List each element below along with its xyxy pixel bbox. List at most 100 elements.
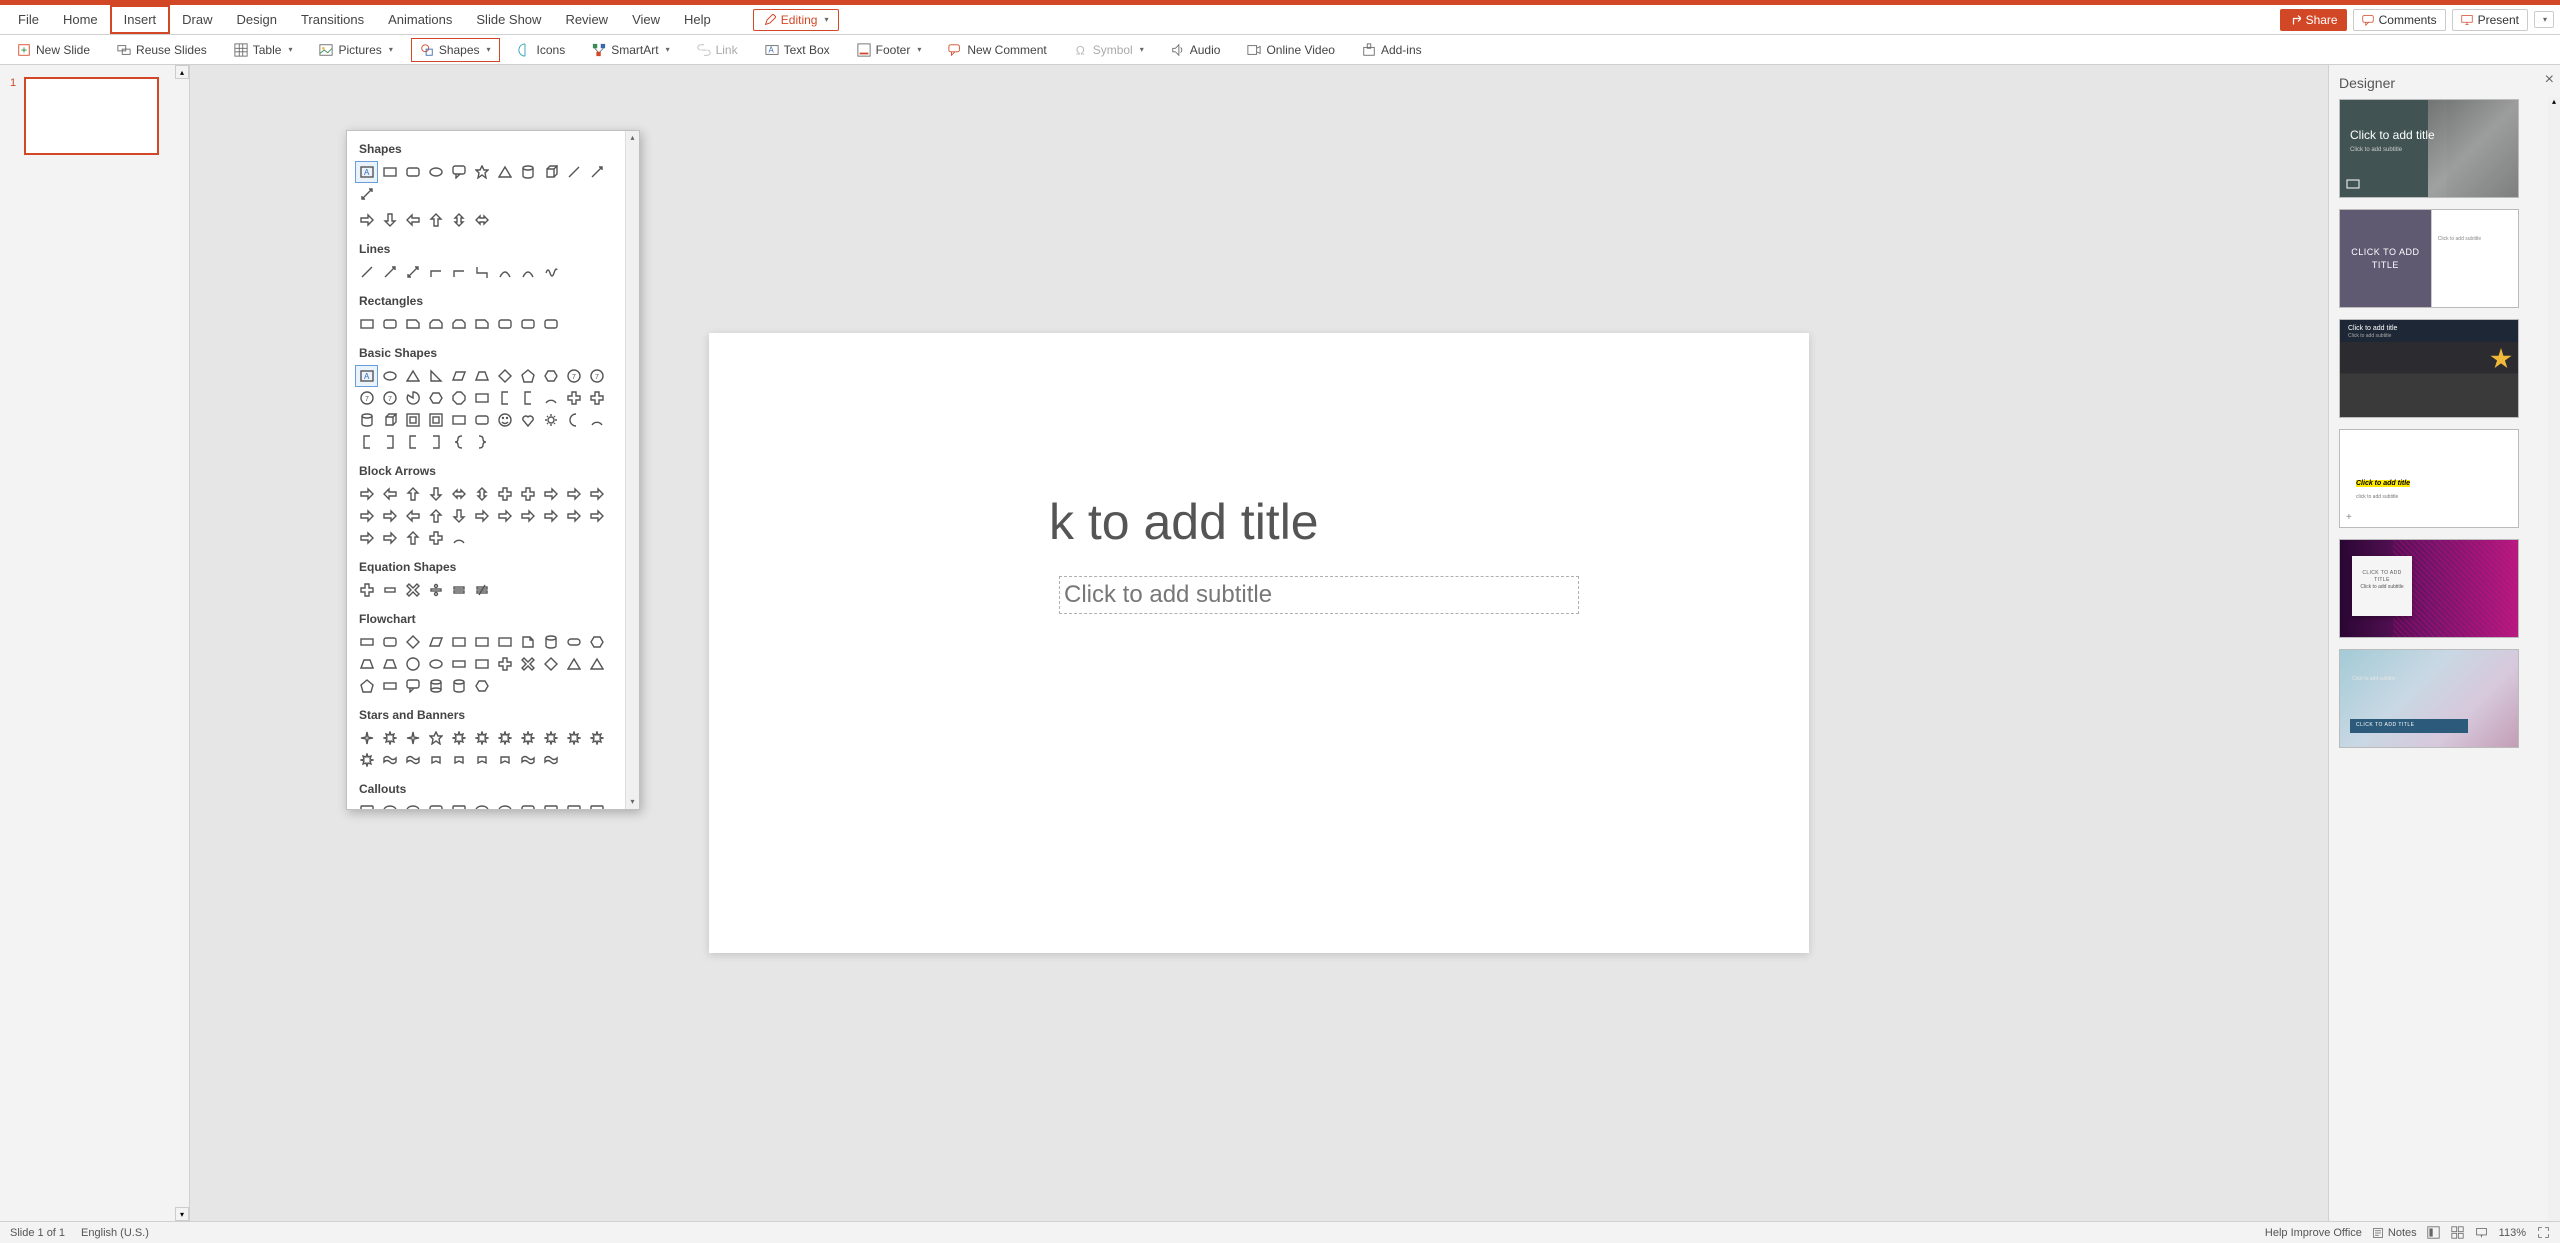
addins-button[interactable]: Add-ins xyxy=(1353,38,1431,62)
shape-parall[interactable] xyxy=(447,365,470,387)
shape-snip1[interactable] xyxy=(470,313,493,335)
present-button[interactable]: Present xyxy=(2452,9,2528,31)
shape-wave[interactable] xyxy=(539,749,562,771)
shape-lrarrow[interactable] xyxy=(447,483,470,505)
normal-view-button[interactable] xyxy=(2427,1226,2441,1240)
shape-rect[interactable] xyxy=(447,631,470,653)
shape-hex[interactable] xyxy=(585,631,608,653)
reading-view-button[interactable] xyxy=(2475,1226,2489,1240)
share-button[interactable]: Share xyxy=(2280,9,2347,31)
shape-rarrow[interactable] xyxy=(539,483,562,505)
zoom-level[interactable]: 113% xyxy=(2499,1227,2526,1239)
shape-callout[interactable] xyxy=(562,801,585,810)
menu-slide-show[interactable]: Slide Show xyxy=(464,7,553,32)
shape-burst8[interactable] xyxy=(585,727,608,749)
shape-star[interactable] xyxy=(470,161,493,183)
present-options-button[interactable]: ▾ xyxy=(2534,11,2554,28)
shape-mult[interactable] xyxy=(401,579,424,601)
shape-plus[interactable] xyxy=(493,653,516,675)
title-placeholder[interactable]: k to add title xyxy=(1049,493,1749,551)
menu-transitions[interactable]: Transitions xyxy=(289,7,376,32)
shape-curve[interactable] xyxy=(493,261,516,283)
editing-mode-button[interactable]: Editing ▾ xyxy=(753,9,840,31)
shape-udarrow[interactable] xyxy=(470,483,493,505)
shape-decision[interactable] xyxy=(401,631,424,653)
shape-terminator[interactable] xyxy=(562,631,585,653)
shape-oval[interactable] xyxy=(424,653,447,675)
shape-curve[interactable] xyxy=(516,261,539,283)
shape-callout[interactable] xyxy=(355,801,378,810)
shape-burst8[interactable] xyxy=(493,727,516,749)
shape-uarrow[interactable] xyxy=(401,483,424,505)
shape-plus[interactable] xyxy=(516,483,539,505)
designer-scrollbar[interactable]: ▴ xyxy=(2548,97,2560,1221)
shape-cyl[interactable] xyxy=(447,675,470,697)
shape-rect[interactable] xyxy=(493,631,516,653)
shape-diamond[interactable] xyxy=(493,365,516,387)
online-video-button[interactable]: Online Video xyxy=(1238,38,1344,62)
shape-rect[interactable] xyxy=(447,409,470,431)
icons-button[interactable]: Icons xyxy=(509,38,575,62)
shape-rarrow[interactable] xyxy=(470,505,493,527)
shape-ribbon[interactable] xyxy=(493,749,516,771)
designer-close-button[interactable]: × xyxy=(2545,71,2554,89)
shape-wave[interactable] xyxy=(516,749,539,771)
shape-plus[interactable] xyxy=(562,387,585,409)
menu-review[interactable]: Review xyxy=(553,7,620,32)
shape-linearrow[interactable] xyxy=(585,161,608,183)
shape-rarrow[interactable] xyxy=(378,527,401,549)
design-idea-5[interactable]: CLICK TO ADD TITLEClick to add subtitle xyxy=(2339,539,2519,638)
shape-database[interactable] xyxy=(424,675,447,697)
shape-plus[interactable] xyxy=(493,483,516,505)
shape-larrow[interactable] xyxy=(401,505,424,527)
shape-uarrow[interactable] xyxy=(401,527,424,549)
shape-calloutrnd[interactable] xyxy=(493,801,516,810)
shape-roundrect[interactable] xyxy=(539,313,562,335)
shape-scribble[interactable] xyxy=(539,261,562,283)
shape-process[interactable] xyxy=(355,631,378,653)
shape-arc[interactable] xyxy=(539,387,562,409)
smartart-button[interactable]: SmartArt▾ xyxy=(583,38,678,62)
shape-arc[interactable] xyxy=(585,409,608,431)
menu-animations[interactable]: Animations xyxy=(376,7,464,32)
shape-burst8[interactable] xyxy=(516,727,539,749)
shape-rarrow[interactable] xyxy=(355,209,378,231)
shape-rect[interactable] xyxy=(470,631,493,653)
shape-rarrow[interactable] xyxy=(539,505,562,527)
shape-burst8[interactable] xyxy=(562,727,585,749)
shape-textbox[interactable]: A xyxy=(355,161,378,183)
shape-lrarrow[interactable] xyxy=(470,209,493,231)
shape-speech[interactable] xyxy=(516,801,539,810)
shape-linedbl[interactable] xyxy=(355,183,378,205)
shape-burst4[interactable] xyxy=(355,727,378,749)
shape-plus[interactable] xyxy=(424,527,447,549)
shape-circle[interactable] xyxy=(401,653,424,675)
shape-cube[interactable] xyxy=(378,409,401,431)
shape-rarrow[interactable] xyxy=(493,505,516,527)
shape-circlenum[interactable]: 7 xyxy=(585,365,608,387)
shape-elbow[interactable] xyxy=(424,261,447,283)
shape-moon[interactable] xyxy=(562,409,585,431)
menu-file[interactable]: File xyxy=(6,7,51,32)
shape-trap[interactable] xyxy=(470,365,493,387)
shape-rarrow[interactable] xyxy=(355,483,378,505)
shape-rect[interactable] xyxy=(355,313,378,335)
shape-hex[interactable] xyxy=(424,387,447,409)
audio-button[interactable]: Audio xyxy=(1162,38,1230,62)
shape-burst8[interactable] xyxy=(378,727,401,749)
shape-line[interactable] xyxy=(355,261,378,283)
shape-rarrow[interactable] xyxy=(585,483,608,505)
help-improve-button[interactable]: Help Improve Office xyxy=(2265,1227,2362,1239)
shape-minus[interactable] xyxy=(378,579,401,601)
shape-snip2[interactable] xyxy=(447,313,470,335)
shape-callout[interactable] xyxy=(447,801,470,810)
shape-rtri[interactable] xyxy=(424,365,447,387)
shape-noteq[interactable] xyxy=(470,579,493,601)
shape-elbow2[interactable] xyxy=(470,261,493,283)
shape-roundrect[interactable] xyxy=(470,409,493,431)
shape-plus[interactable] xyxy=(355,579,378,601)
shape-process[interactable] xyxy=(447,653,470,675)
shape-oval[interactable] xyxy=(424,161,447,183)
shape-cyl[interactable] xyxy=(539,631,562,653)
shape-decision[interactable] xyxy=(539,653,562,675)
